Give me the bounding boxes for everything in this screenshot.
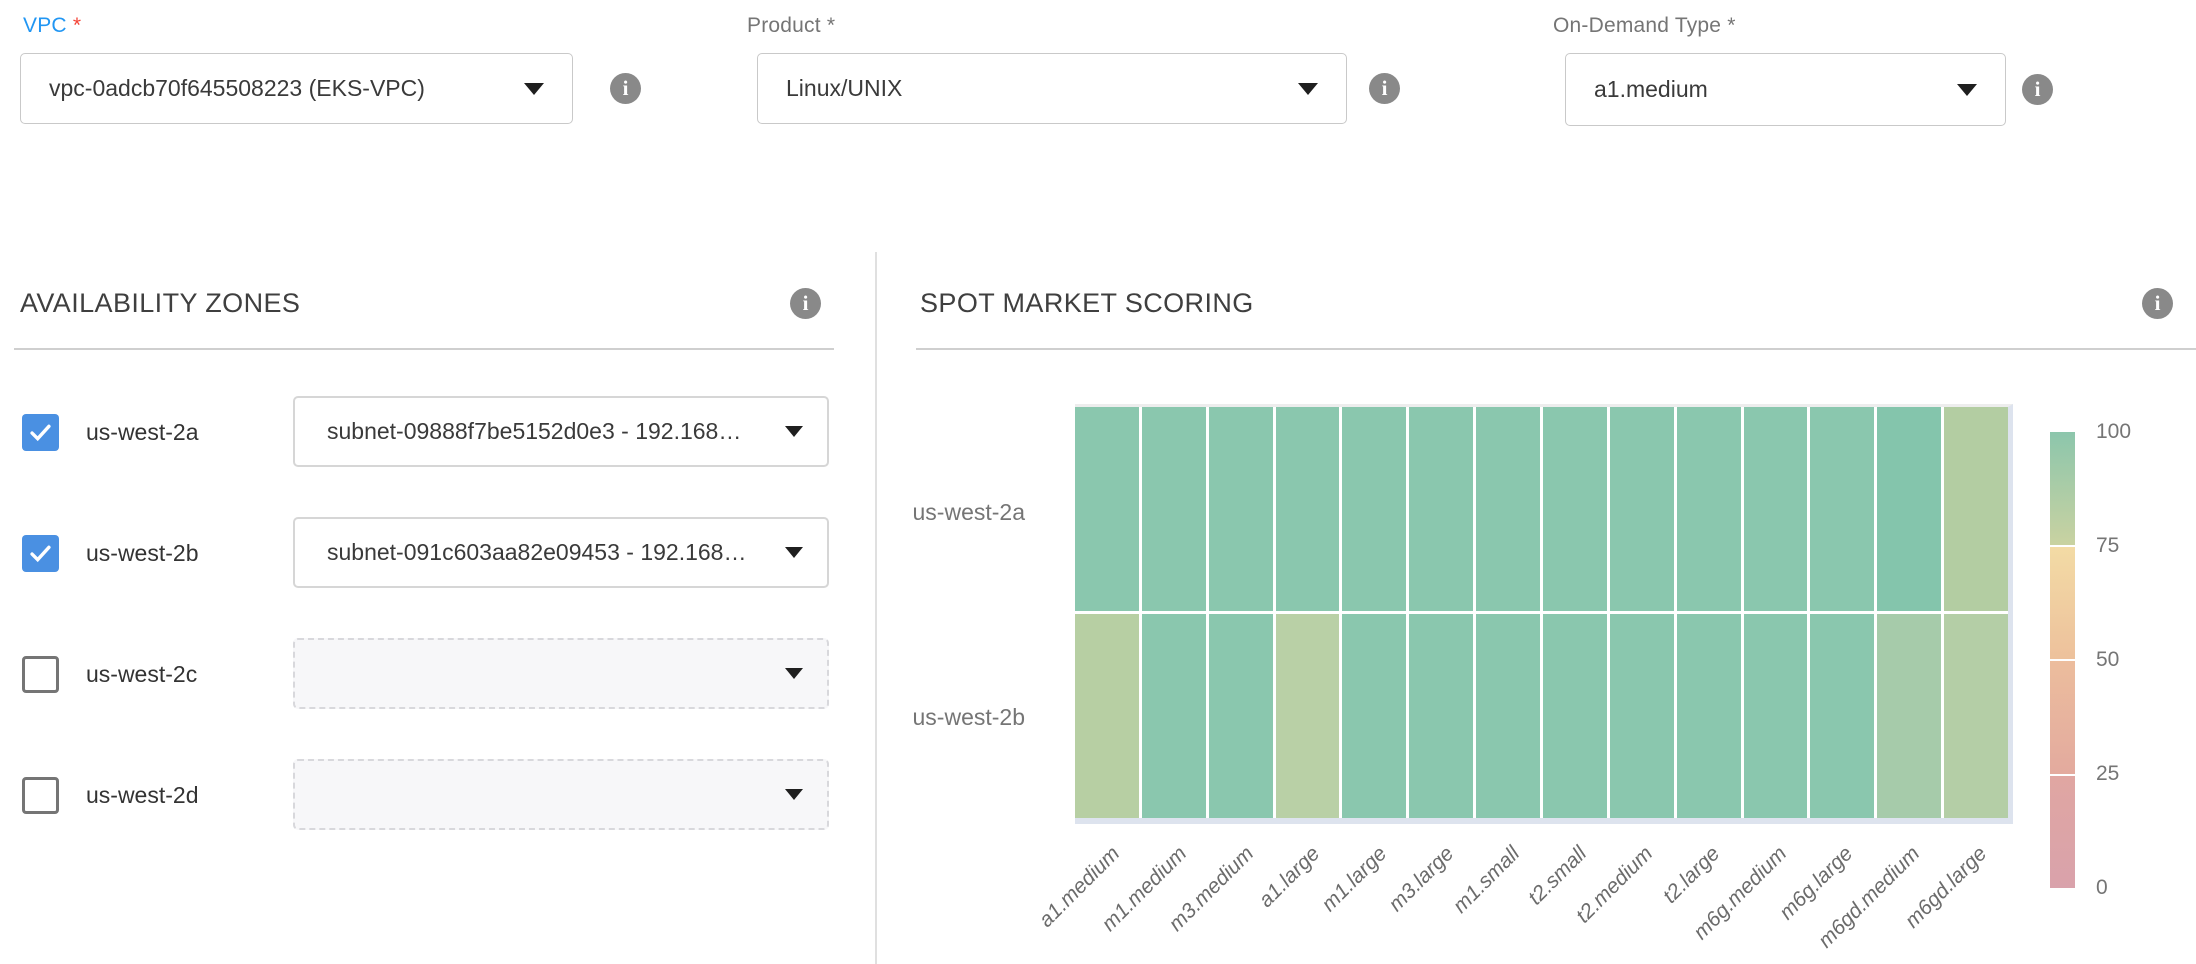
vpc-select-value: vpc-0adcb70f645508223 (EKS-VPC) xyxy=(21,75,524,102)
color-scale-segment xyxy=(2050,547,2075,660)
product-select[interactable]: Linux/UNIX xyxy=(757,53,1347,124)
heatmap-cell xyxy=(1610,614,1674,818)
page: VPC * vpc-0adcb70f645508223 (EKS-VPC) i … xyxy=(0,0,2196,964)
chevron-down-icon xyxy=(785,668,803,679)
on-demand-type-label: On-Demand Type * xyxy=(1553,14,1736,38)
zone-checkbox[interactable] xyxy=(22,535,59,572)
heatmap-cell xyxy=(1543,407,1607,611)
heatmap-cell xyxy=(1810,614,1874,818)
heatmap-cell xyxy=(1209,407,1273,611)
subnet-select[interactable]: subnet-091c603aa82e09453 - 192.168… xyxy=(293,517,829,588)
heatmap-cell xyxy=(1877,614,1941,818)
zone-label: us-west-2d xyxy=(86,777,198,814)
zone-checkbox[interactable] xyxy=(22,656,59,693)
heatmap-cell xyxy=(1476,407,1540,611)
subnet-select-value: subnet-09888f7be5152d0e3 - 192.168… xyxy=(295,418,785,445)
on-demand-type-select-value: a1.medium xyxy=(1566,76,1957,103)
heatmap-cell xyxy=(1877,407,1941,611)
vpc-label: VPC * xyxy=(23,14,81,38)
vpc-select[interactable]: vpc-0adcb70f645508223 (EKS-VPC) xyxy=(20,53,573,124)
heatmap-cell xyxy=(1610,407,1674,611)
heatmap-cell xyxy=(1677,407,1741,611)
heatmap-cell xyxy=(1543,614,1607,818)
y-axis-label: us-west-2b xyxy=(870,704,1025,731)
color-scale-tick: 0 xyxy=(2096,875,2108,901)
product-label-text: Product xyxy=(747,14,821,37)
zone-checkbox[interactable] xyxy=(22,777,59,814)
availability-zones-info-icon[interactable]: i xyxy=(790,288,821,319)
subnet-select[interactable] xyxy=(293,638,829,709)
chevron-down-icon xyxy=(785,789,803,800)
subnet-select[interactable]: subnet-09888f7be5152d0e3 - 192.168… xyxy=(293,396,829,467)
chevron-down-icon xyxy=(785,547,803,558)
section-divider xyxy=(14,348,834,350)
on-demand-type-select[interactable]: a1.medium xyxy=(1565,53,2006,126)
on-demand-type-required-asterisk: * xyxy=(1727,14,1735,37)
availability-zones-title: AVAILABILITY ZONES xyxy=(20,288,300,319)
on-demand-type-info-icon[interactable]: i xyxy=(2022,74,2053,105)
zone-label: us-west-2c xyxy=(86,656,197,693)
section-divider xyxy=(916,348,2196,350)
vpc-info-icon[interactable]: i xyxy=(610,73,641,104)
color-scale-tick: 100 xyxy=(2096,419,2131,445)
heatmap-cell xyxy=(1810,407,1874,611)
product-info-icon[interactable]: i xyxy=(1369,73,1400,104)
chevron-down-icon xyxy=(785,426,803,437)
zone-checkbox[interactable] xyxy=(22,414,59,451)
product-label: Product * xyxy=(747,14,835,38)
color-scale-segment xyxy=(2050,432,2075,545)
heatmap-cell xyxy=(1342,614,1406,818)
vpc-required-asterisk: * xyxy=(73,14,81,37)
checkmark-icon xyxy=(27,540,54,567)
chevron-down-icon xyxy=(1957,84,1977,96)
spot-market-scoring-info-icon[interactable]: i xyxy=(2142,288,2173,319)
heatmap-cell xyxy=(1075,407,1139,611)
color-scale-bar xyxy=(2050,432,2075,888)
zone-label: us-west-2b xyxy=(86,535,198,572)
heatmap-cell xyxy=(1276,407,1340,611)
heatmap-cell xyxy=(1209,614,1273,818)
y-axis-label: us-west-2a xyxy=(870,499,1025,526)
color-scale-tick: 75 xyxy=(2096,533,2119,559)
heatmap-cell xyxy=(1944,407,2008,611)
heatmap-cell xyxy=(1677,614,1741,818)
subnet-select-value: subnet-091c603aa82e09453 - 192.168… xyxy=(295,539,785,566)
heatmap-cell xyxy=(1342,407,1406,611)
heatmap-cell xyxy=(1142,614,1206,818)
color-scale-segment xyxy=(2050,661,2075,774)
vertical-divider xyxy=(875,252,877,964)
subnet-select[interactable] xyxy=(293,759,829,830)
heatmap-cell xyxy=(1075,614,1139,818)
heatmap-cell xyxy=(1409,407,1473,611)
heatmap-cell xyxy=(1744,614,1808,818)
heatmap-cell xyxy=(1276,614,1340,818)
spot-market-scoring-title: SPOT MARKET SCORING xyxy=(920,288,1254,319)
color-scale-tick: 25 xyxy=(2096,761,2119,787)
checkmark-icon xyxy=(27,419,54,446)
spot-score-heatmap xyxy=(1075,404,2013,824)
on-demand-type-label-text: On-Demand Type xyxy=(1553,14,1721,37)
chevron-down-icon xyxy=(1298,83,1318,95)
zone-label: us-west-2a xyxy=(86,414,198,451)
chevron-down-icon xyxy=(524,83,544,95)
vpc-label-text: VPC xyxy=(23,14,67,37)
color-scale-tick: 50 xyxy=(2096,647,2119,673)
heatmap-cell xyxy=(1476,614,1540,818)
heatmap-cell xyxy=(1142,407,1206,611)
heatmap-cell xyxy=(1409,614,1473,818)
product-select-value: Linux/UNIX xyxy=(758,75,1298,102)
color-scale-segment xyxy=(2050,776,2075,889)
heatmap-cell xyxy=(1744,407,1808,611)
product-required-asterisk: * xyxy=(827,14,835,37)
heatmap-cell xyxy=(1944,614,2008,818)
